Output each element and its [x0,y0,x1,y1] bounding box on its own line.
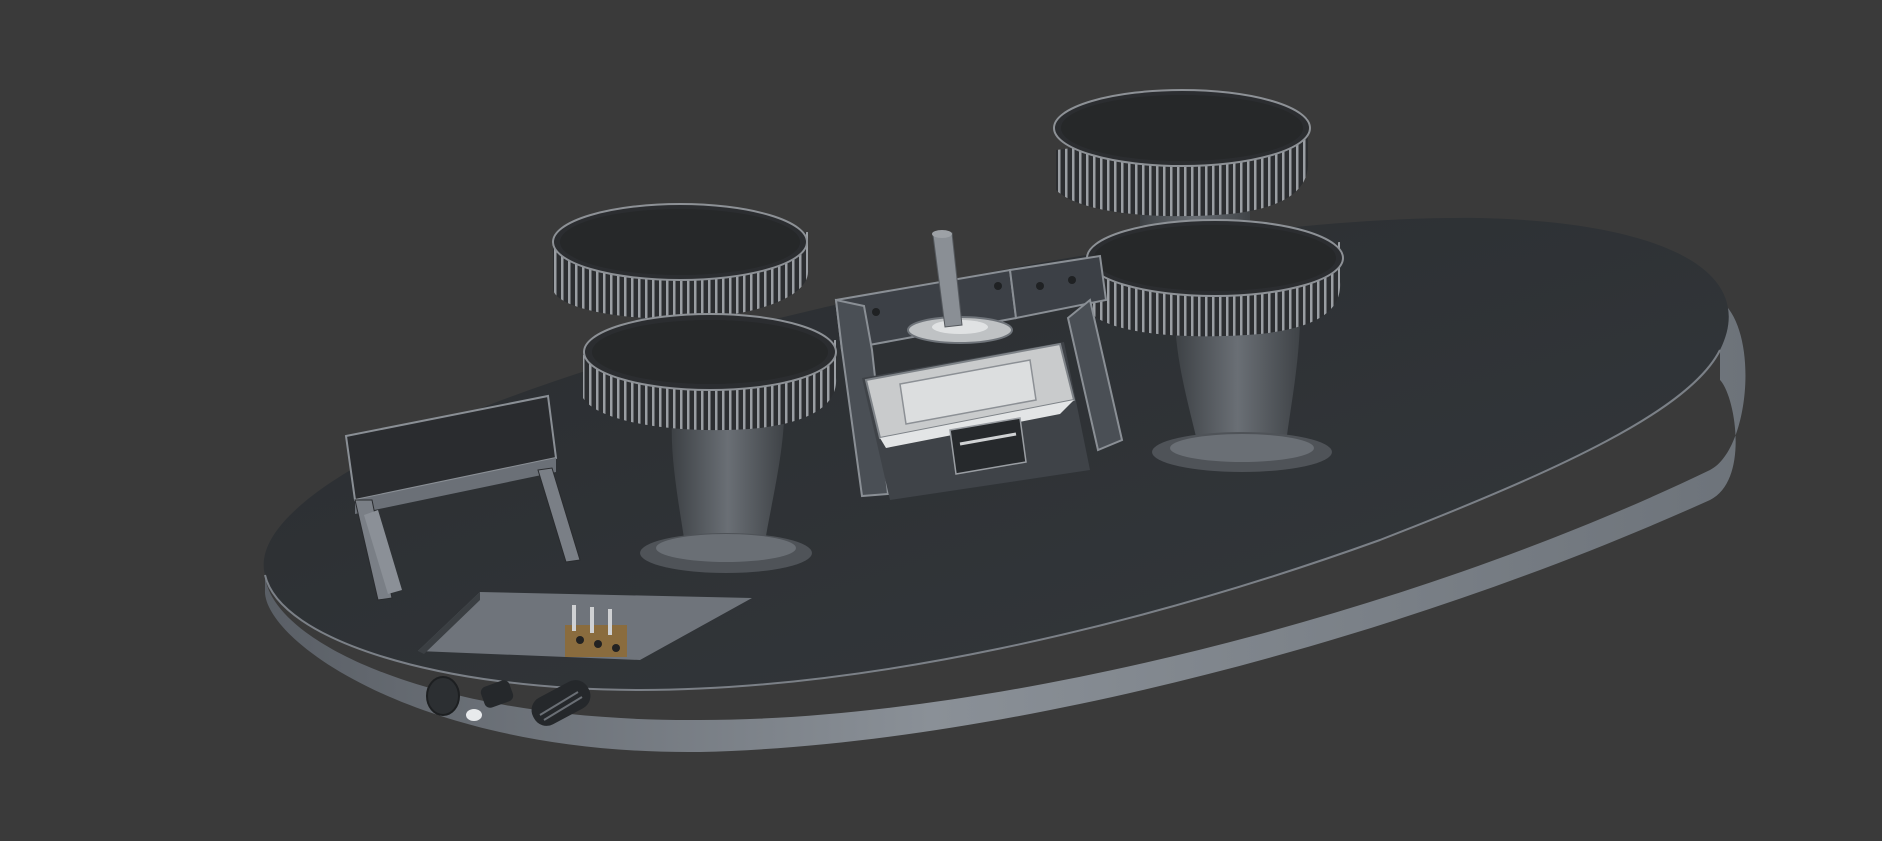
gear-back-right [1053,89,1311,230]
model-render [263,89,1746,753]
push-button [426,676,460,716]
3d-viewport[interactable] [0,0,1882,841]
